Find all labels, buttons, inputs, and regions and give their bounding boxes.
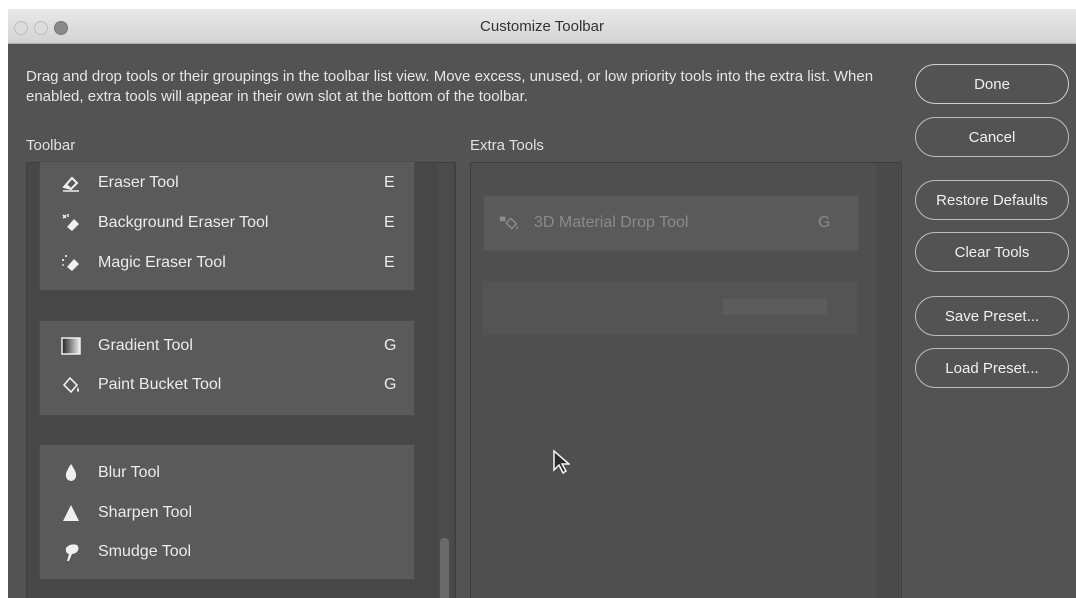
window-title: Customize Toolbar: [480, 18, 604, 35]
paint-bucket-icon: [60, 374, 82, 396]
smudge-icon: [60, 541, 82, 563]
tool-name: Gradient Tool: [98, 337, 193, 354]
drag-ghost-placeholder: [483, 281, 857, 335]
tool-name: Magic Eraser Tool: [98, 254, 226, 271]
tool-row-smudge[interactable]: Smudge Tool: [40, 534, 414, 570]
save-preset-button[interactable]: Save Preset...: [915, 296, 1069, 336]
tool-group-blur[interactable]: Blur Tool Sharpen Tool Smudge Tool: [39, 444, 415, 580]
tool-shortcut: G: [384, 376, 397, 393]
tool-row-blur[interactable]: Blur Tool: [40, 455, 414, 491]
extra-tools-section-label: Extra Tools: [470, 137, 544, 154]
toolbar-scrollbar-thumb[interactable]: [440, 538, 449, 598]
tool-shortcut: E: [384, 254, 395, 271]
tool-name: 3D Material Drop Tool: [534, 214, 689, 231]
tool-shortcut: G: [818, 214, 831, 231]
toolbar-scrollbar[interactable]: [437, 163, 453, 598]
tool-shortcut: G: [384, 337, 397, 354]
tool-row-paint-bucket[interactable]: Paint Bucket Tool G: [40, 367, 414, 403]
tool-row-sharpen[interactable]: Sharpen Tool: [40, 495, 414, 531]
background-eraser-icon: [60, 212, 82, 234]
tool-name: Paint Bucket Tool: [98, 376, 222, 393]
tool-group-gradient[interactable]: Gradient Tool G Paint Bucket Tool G: [39, 320, 415, 416]
magic-eraser-icon: [60, 252, 82, 274]
toolbar-section-label: Toolbar: [26, 137, 76, 154]
clear-tools-button[interactable]: Clear Tools: [915, 232, 1069, 272]
tool-group-eraser[interactable]: Eraser Tool E Background Eraser Tool E M…: [39, 161, 415, 291]
tool-name: Sharpen Tool: [98, 504, 192, 521]
blur-icon: [60, 462, 82, 484]
eraser-icon: [60, 172, 82, 194]
tool-row-background-eraser[interactable]: Background Eraser Tool E: [40, 205, 414, 241]
restore-defaults-button[interactable]: Restore Defaults: [915, 180, 1069, 220]
instructions-text: Drag and drop tools or their groupings i…: [26, 68, 874, 105]
drag-ghost-bar: [723, 299, 827, 315]
toolbar-list[interactable]: Eraser Tool E Background Eraser Tool E M…: [26, 161, 456, 598]
cancel-button[interactable]: Cancel: [915, 117, 1069, 157]
mouse-pointer-icon: [552, 449, 572, 480]
done-button[interactable]: Done: [915, 64, 1069, 104]
gradient-icon: [60, 335, 82, 357]
extra-tool-3d-material-drop[interactable]: 3D Material Drop Tool G: [483, 195, 859, 251]
extra-tools-scrollbar[interactable]: [876, 163, 900, 598]
tool-shortcut: E: [384, 214, 395, 231]
tool-name: Smudge Tool: [98, 543, 192, 560]
load-preset-button[interactable]: Load Preset...: [915, 348, 1069, 388]
tool-row-gradient[interactable]: Gradient Tool G: [40, 328, 414, 364]
extra-tools-list[interactable]: 3D Material Drop Tool G: [470, 162, 902, 598]
sharpen-icon: [60, 502, 82, 524]
title-bar: Customize Toolbar: [8, 9, 1076, 44]
tool-row-eraser[interactable]: Eraser Tool E: [40, 165, 414, 201]
tool-name: Eraser Tool: [98, 174, 179, 191]
tool-name: Blur Tool: [98, 464, 160, 481]
tool-row-magic-eraser[interactable]: Magic Eraser Tool E: [40, 245, 414, 281]
3d-material-drop-icon: [498, 212, 520, 234]
customize-toolbar-dialog: Customize Toolbar Drag and drop tools or…: [8, 9, 1076, 598]
tool-name: Background Eraser Tool: [98, 214, 269, 231]
tool-shortcut: E: [384, 174, 395, 191]
